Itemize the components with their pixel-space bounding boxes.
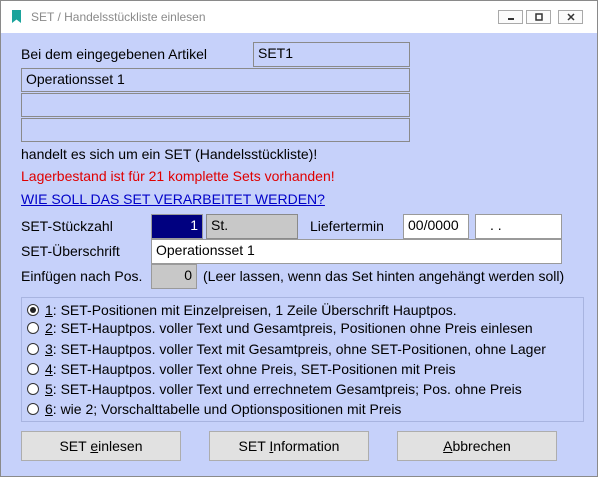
button-label: bbrechen xyxy=(452,438,511,454)
title-bar[interactable]: SET / Handelsstückliste einlesen xyxy=(1,1,597,33)
minimize-icon xyxy=(507,18,514,20)
quantity-input[interactable]: 1 xyxy=(151,214,203,239)
delivery-date-input[interactable]: . . xyxy=(475,214,562,239)
option-key: 3 xyxy=(45,341,53,357)
description-line-3 xyxy=(21,118,410,142)
option-key: 1 xyxy=(45,302,53,318)
heading-input[interactable]: Operationsset 1 xyxy=(151,239,562,264)
option-3[interactable]: 3: SET-Hauptpos. voller Text mit Gesamtp… xyxy=(27,339,546,359)
option-5[interactable]: 5: SET-Hauptpos. voller Text und errechn… xyxy=(27,379,522,399)
option-label: : SET-Hauptpos. voller Text und errechne… xyxy=(52,381,522,397)
button-label: nformation xyxy=(273,438,340,454)
option-key: 6 xyxy=(45,401,53,417)
option-label: : SET-Hauptpos. voller Text mit Gesamtpr… xyxy=(52,341,546,357)
button-label: SET xyxy=(59,438,91,454)
article-prefix-label: Bei dem eingegebenen Artikel xyxy=(21,46,208,62)
minimize-button[interactable] xyxy=(498,10,523,24)
insert-position-input[interactable]: 0 xyxy=(151,264,197,289)
bookmark-icon xyxy=(12,10,21,23)
button-label: SET xyxy=(238,438,270,454)
article-number-box: SET1 xyxy=(253,42,410,67)
close-button[interactable] xyxy=(558,10,583,24)
delivery-period-input[interactable]: 00/0000 xyxy=(403,214,469,239)
stock-warning: Lagerbestand ist für 21 komplette Sets v… xyxy=(21,168,335,184)
option-key: 2 xyxy=(45,320,53,336)
button-label: inlesen xyxy=(98,438,143,454)
delivery-date-label: Liefertermin xyxy=(310,218,384,234)
restore-icon xyxy=(534,13,543,21)
option-1[interactable]: 1: SET-Positionen mit Einzelpreisen, 1 Z… xyxy=(27,300,457,320)
insert-position-hint: (Leer lassen, wenn das Set hinten angehä… xyxy=(203,268,565,284)
option-key: 4 xyxy=(45,361,53,377)
read-set-button[interactable]: SET e inlesen xyxy=(21,431,181,461)
insert-position-label: Einfügen nach Pos. xyxy=(21,268,143,284)
unit-box: St. xyxy=(206,214,298,239)
cancel-button[interactable]: Abbrechen xyxy=(397,431,557,461)
window-title: SET / Handelsstückliste einlesen xyxy=(31,10,206,24)
option-label: : wie 2; Vorschalttabelle und Optionspos… xyxy=(52,401,402,417)
radio-button[interactable] xyxy=(27,304,39,316)
button-accelerator: A xyxy=(443,438,453,454)
description-line-1: Operationsset 1 xyxy=(21,68,410,92)
heading-label: SET-Überschrift xyxy=(21,243,120,259)
option-6[interactable]: 6: wie 2; Vorschalttabelle und Optionspo… xyxy=(27,399,401,419)
option-label: : SET-Positionen mit Einzelpreisen, 1 Ze… xyxy=(52,302,457,318)
close-icon xyxy=(566,13,575,21)
radio-button[interactable] xyxy=(27,363,39,375)
description-line-2 xyxy=(21,93,410,117)
option-2[interactable]: 2: SET-Hauptpos. voller Text und Gesamtp… xyxy=(27,318,533,338)
set-info-text: handelt es sich um ein SET (Handelsstück… xyxy=(21,146,318,162)
quantity-label: SET-Stückzahl xyxy=(21,218,113,234)
radio-button[interactable] xyxy=(27,343,39,355)
processing-question-link[interactable]: WIE SOLL DAS SET VERARBEITET WERDEN? xyxy=(21,191,325,207)
option-4[interactable]: 4: SET-Hauptpos. voller Text ohne Preis,… xyxy=(27,359,456,379)
set-information-button[interactable]: SET Information xyxy=(209,431,369,461)
button-accelerator: e xyxy=(90,438,99,454)
radio-button[interactable] xyxy=(27,403,39,415)
radio-button[interactable] xyxy=(27,383,39,395)
option-label: : SET-Hauptpos. voller Text ohne Preis, … xyxy=(52,361,456,377)
radio-button[interactable] xyxy=(27,322,39,334)
option-key: 5 xyxy=(45,381,53,397)
option-label: : SET-Hauptpos. voller Text und Gesamtpr… xyxy=(52,320,533,336)
maximize-button[interactable] xyxy=(526,10,551,24)
